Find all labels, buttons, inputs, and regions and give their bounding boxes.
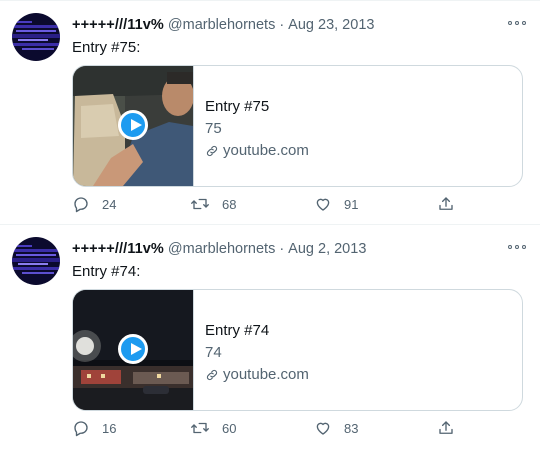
card-domain-text: youtube.com bbox=[223, 142, 309, 159]
card-title: Entry #75 bbox=[205, 98, 270, 115]
card-info: Entry #75 75 youtube.com bbox=[205, 96, 309, 162]
more-horizontal-icon[interactable] bbox=[508, 241, 526, 253]
user-handle[interactable]: @marblehornets bbox=[168, 241, 275, 257]
reply-button[interactable]: 24 bbox=[72, 195, 116, 213]
like-count: 83 bbox=[344, 420, 359, 436]
retweet-count: 60 bbox=[222, 420, 237, 436]
reply-count: 24 bbox=[102, 196, 117, 212]
play-icon[interactable] bbox=[118, 110, 148, 140]
like-button[interactable]: 91 bbox=[314, 195, 358, 213]
tweet-header: +++++///11v% @marblehornets · Aug 2, 201… bbox=[72, 239, 366, 259]
tweet[interactable]: +++++///11v% @marblehornets · Aug 23, 20… bbox=[0, 1, 540, 223]
reply-count: 16 bbox=[102, 420, 117, 436]
tweet-text: Entry #75: bbox=[72, 39, 141, 56]
card-info: Entry #74 74 youtube.com bbox=[205, 320, 309, 386]
link-icon bbox=[206, 369, 218, 381]
share-icon bbox=[439, 421, 453, 434]
avatar[interactable] bbox=[12, 237, 60, 285]
retweet-button[interactable]: 60 bbox=[190, 419, 236, 437]
card-domain: youtube.com bbox=[205, 140, 309, 162]
link-card[interactable]: Entry #75 75 youtube.com bbox=[72, 65, 523, 187]
separator: · bbox=[279, 241, 285, 257]
link-card[interactable]: Entry #74 74 youtube.com bbox=[72, 289, 523, 411]
retweet-count: 68 bbox=[222, 196, 237, 212]
card-domain-text: youtube.com bbox=[223, 366, 309, 383]
retweet-icon bbox=[191, 198, 209, 210]
reply-icon bbox=[74, 421, 88, 437]
card-title: Entry #74 bbox=[205, 322, 270, 339]
share-button[interactable] bbox=[437, 195, 455, 213]
tweet-actions: 24 68 91 bbox=[72, 195, 455, 215]
share-button[interactable] bbox=[437, 419, 455, 437]
tweet-header: +++++///11v% @marblehornets · Aug 23, 20… bbox=[72, 15, 374, 35]
display-name[interactable]: +++++///11v% bbox=[72, 241, 164, 257]
card-description: 74 bbox=[205, 344, 222, 361]
link-icon bbox=[206, 145, 218, 157]
user-handle[interactable]: @marblehornets bbox=[168, 17, 275, 33]
retweet-button[interactable]: 68 bbox=[190, 195, 236, 213]
like-count: 91 bbox=[344, 196, 359, 212]
retweet-icon bbox=[191, 422, 209, 434]
tweet-actions: 16 60 83 bbox=[72, 419, 455, 439]
video-thumbnail[interactable] bbox=[73, 66, 194, 186]
play-icon[interactable] bbox=[118, 334, 148, 364]
tweet-date[interactable]: Aug 2, 2013 bbox=[288, 241, 366, 257]
share-icon bbox=[439, 197, 453, 210]
reply-button[interactable]: 16 bbox=[72, 419, 116, 437]
separator: · bbox=[279, 17, 285, 33]
video-thumbnail[interactable] bbox=[73, 290, 194, 410]
card-domain: youtube.com bbox=[205, 364, 309, 386]
avatar[interactable] bbox=[12, 13, 60, 61]
display-name[interactable]: +++++///11v% bbox=[72, 17, 164, 33]
tweet-date[interactable]: Aug 23, 2013 bbox=[288, 17, 374, 33]
reply-icon bbox=[74, 197, 88, 213]
tweet-text: Entry #74: bbox=[72, 263, 141, 280]
more-horizontal-icon[interactable] bbox=[508, 17, 526, 29]
tweet[interactable]: +++++///11v% @marblehornets · Aug 2, 201… bbox=[0, 224, 540, 447]
card-description: 75 bbox=[205, 120, 222, 137]
like-button[interactable]: 83 bbox=[314, 419, 358, 437]
heart-icon bbox=[316, 422, 330, 435]
heart-icon bbox=[316, 198, 330, 211]
